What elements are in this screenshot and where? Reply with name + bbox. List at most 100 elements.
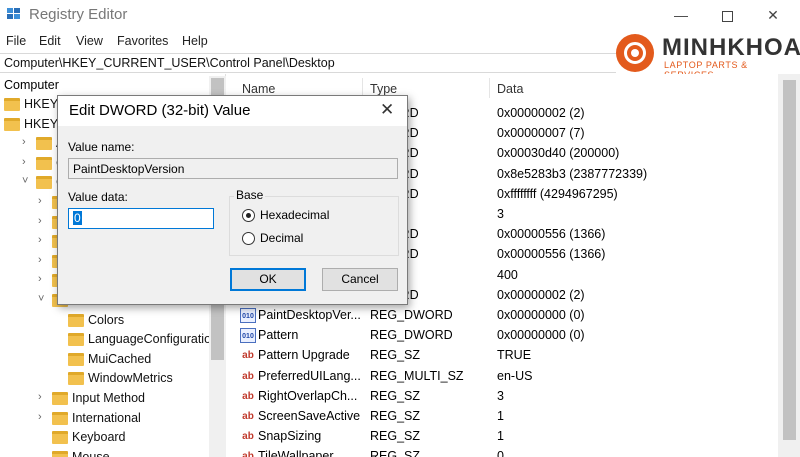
list-scrollbar-thumb[interactable]: [783, 80, 796, 440]
value-row[interactable]: 010 PaintDesktopVer... REG_DWORD 0x00000000…: [232, 306, 800, 326]
value-type: REG_DWORD: [370, 328, 453, 343]
minimize-icon: —: [674, 7, 688, 23]
maximize-button[interactable]: [704, 0, 750, 30]
folder-icon: [68, 352, 84, 366]
value-data: 0: [497, 449, 504, 457]
tree-root-label: Computer: [4, 78, 59, 92]
value-type: REG_SZ: [370, 388, 421, 403]
value-data: 1: [497, 429, 504, 444]
hexadecimal-label[interactable]: Hexadecimal: [260, 208, 329, 222]
expand-arrow-icon[interactable]: ›: [38, 254, 42, 266]
value-data: 0x00000000 (0): [497, 308, 585, 322]
folder-icon: [68, 372, 84, 386]
value-data: 0x00000556 (1366): [497, 247, 606, 262]
tree-item-label: LanguageConfiguration: [88, 332, 218, 347]
tree-item-label: International: [72, 410, 141, 425]
menu-file[interactable]: File: [6, 34, 26, 48]
window-title: Registry Editor: [29, 6, 128, 23]
column-header-data[interactable]: Data: [497, 82, 523, 96]
value-data: 0x8e5283b3 (2387772339): [497, 166, 648, 181]
value-data-input[interactable]: 0: [68, 208, 214, 229]
folder-icon: [52, 450, 68, 457]
menu-help[interactable]: Help: [182, 34, 208, 48]
folder-icon: [36, 137, 52, 151]
value-name: SnapSizing: [258, 429, 322, 444]
column-header-name[interactable]: Name: [242, 82, 275, 96]
hexadecimal-radio[interactable]: [242, 209, 255, 222]
menu-view[interactable]: View: [76, 34, 103, 48]
address-path: Computer\HKEY_CURRENT_USER\Control Panel…: [4, 56, 335, 70]
value-name: ScreenSaveActive: [258, 409, 361, 423]
string-value-icon: ab: [242, 451, 254, 457]
column-header-type[interactable]: Type: [370, 82, 397, 96]
dialog-close-icon[interactable]: ✕: [380, 100, 394, 120]
brand-logo: MINHKHOA LAPTOP PARTS & SERVICES: [616, 32, 800, 80]
menu-edit[interactable]: Edit: [39, 34, 61, 48]
value-type: REG_SZ: [370, 449, 421, 457]
value-data-label: Value data:: [68, 190, 128, 204]
ok-button[interactable]: OK: [230, 268, 306, 291]
expand-arrow-icon[interactable]: ˅: [22, 175, 28, 187]
value-row[interactable]: ab TileWallpaper REG_SZ 0: [232, 447, 800, 457]
string-value-icon: ab: [242, 390, 254, 402]
value-data: TRUE: [497, 348, 532, 363]
expand-arrow-icon[interactable]: ›: [38, 273, 42, 285]
cancel-button[interactable]: Cancel: [322, 268, 398, 291]
base-group-label: Base: [234, 188, 266, 202]
expand-arrow-icon[interactable]: ›: [22, 136, 26, 148]
value-type: REG_SZ: [370, 409, 421, 423]
value-data: 0x00000000 (0): [497, 328, 585, 343]
value-row[interactable]: ab ScreenSaveActive REG_SZ 1: [232, 407, 800, 427]
expand-arrow-icon[interactable]: ›: [38, 234, 42, 246]
base-group: [229, 196, 399, 256]
value-data-text: 0: [73, 211, 82, 225]
close-icon: ✕: [767, 7, 779, 23]
expand-arrow-icon[interactable]: ›: [38, 391, 42, 403]
value-data: 0x00030d40 (200000): [497, 146, 620, 161]
minimize-button[interactable]: —: [658, 0, 704, 30]
dialog-title-bar: Edit DWORD (32-bit) Value ✕: [58, 96, 407, 126]
tree-item-label: Mouse: [72, 449, 110, 457]
registry-editor-icon: [7, 8, 20, 19]
logo-name: MINHKHOA: [662, 34, 800, 61]
tree-item-label: Keyboard: [72, 430, 126, 445]
expand-arrow-icon[interactable]: ›: [38, 195, 42, 207]
value-data: 0x00000002 (2): [497, 287, 585, 302]
string-value-icon: ab: [242, 350, 254, 362]
tree-item-label: MuiCached: [88, 351, 152, 366]
value-data: 1: [497, 409, 504, 423]
value-name: Pattern Upgrade: [258, 348, 350, 363]
value-data: 400: [497, 267, 518, 282]
folder-icon: [52, 411, 68, 425]
menu-favorites[interactable]: Favorites: [117, 34, 168, 48]
maximize-icon: [721, 10, 733, 22]
value-row[interactable]: ab SnapSizing REG_SZ 1: [232, 427, 800, 447]
value-name: PreferredUILang...: [258, 368, 361, 383]
registry-editor-window: Registry Editor — ✕ File Edit View Favor…: [0, 0, 800, 457]
value-data: 0xffffffff (4294967295): [497, 186, 618, 201]
folder-icon: [52, 431, 68, 445]
binary-value-icon: 010: [240, 308, 256, 323]
value-name: Pattern: [258, 328, 299, 343]
value-row[interactable]: ab RightOverlapCh... REG_SZ 3: [232, 387, 800, 407]
expand-arrow-icon[interactable]: ˅: [38, 293, 44, 305]
folder-icon: [36, 156, 52, 170]
expand-arrow-icon[interactable]: ›: [22, 156, 26, 168]
folder-icon: [52, 392, 68, 405]
value-data: 0x00000002 (2): [497, 106, 585, 120]
close-button[interactable]: ✕: [750, 0, 796, 30]
value-name: PaintDesktopVer...: [258, 308, 361, 322]
decimal-radio[interactable]: [242, 232, 255, 245]
value-row[interactable]: 010 Pattern REG_DWORD 0x00000000 (0): [232, 326, 800, 346]
expand-arrow-icon[interactable]: ›: [38, 215, 42, 227]
radio-selected-dot: [246, 213, 251, 218]
dialog-title: Edit DWORD (32-bit) Value: [69, 102, 251, 119]
value-type: REG_DWORD: [370, 308, 453, 322]
expand-arrow-icon[interactable]: ›: [38, 411, 42, 423]
folder-icon: [68, 313, 84, 327]
value-row[interactable]: ab Pattern Upgrade REG_SZ TRUE: [232, 346, 800, 366]
decimal-label[interactable]: Decimal: [260, 231, 303, 245]
string-value-icon: ab: [242, 370, 254, 382]
value-data: 0x00000556 (1366): [497, 227, 606, 242]
value-row[interactable]: ab PreferredUILang... REG_MULTI_SZ en-US: [232, 367, 800, 387]
